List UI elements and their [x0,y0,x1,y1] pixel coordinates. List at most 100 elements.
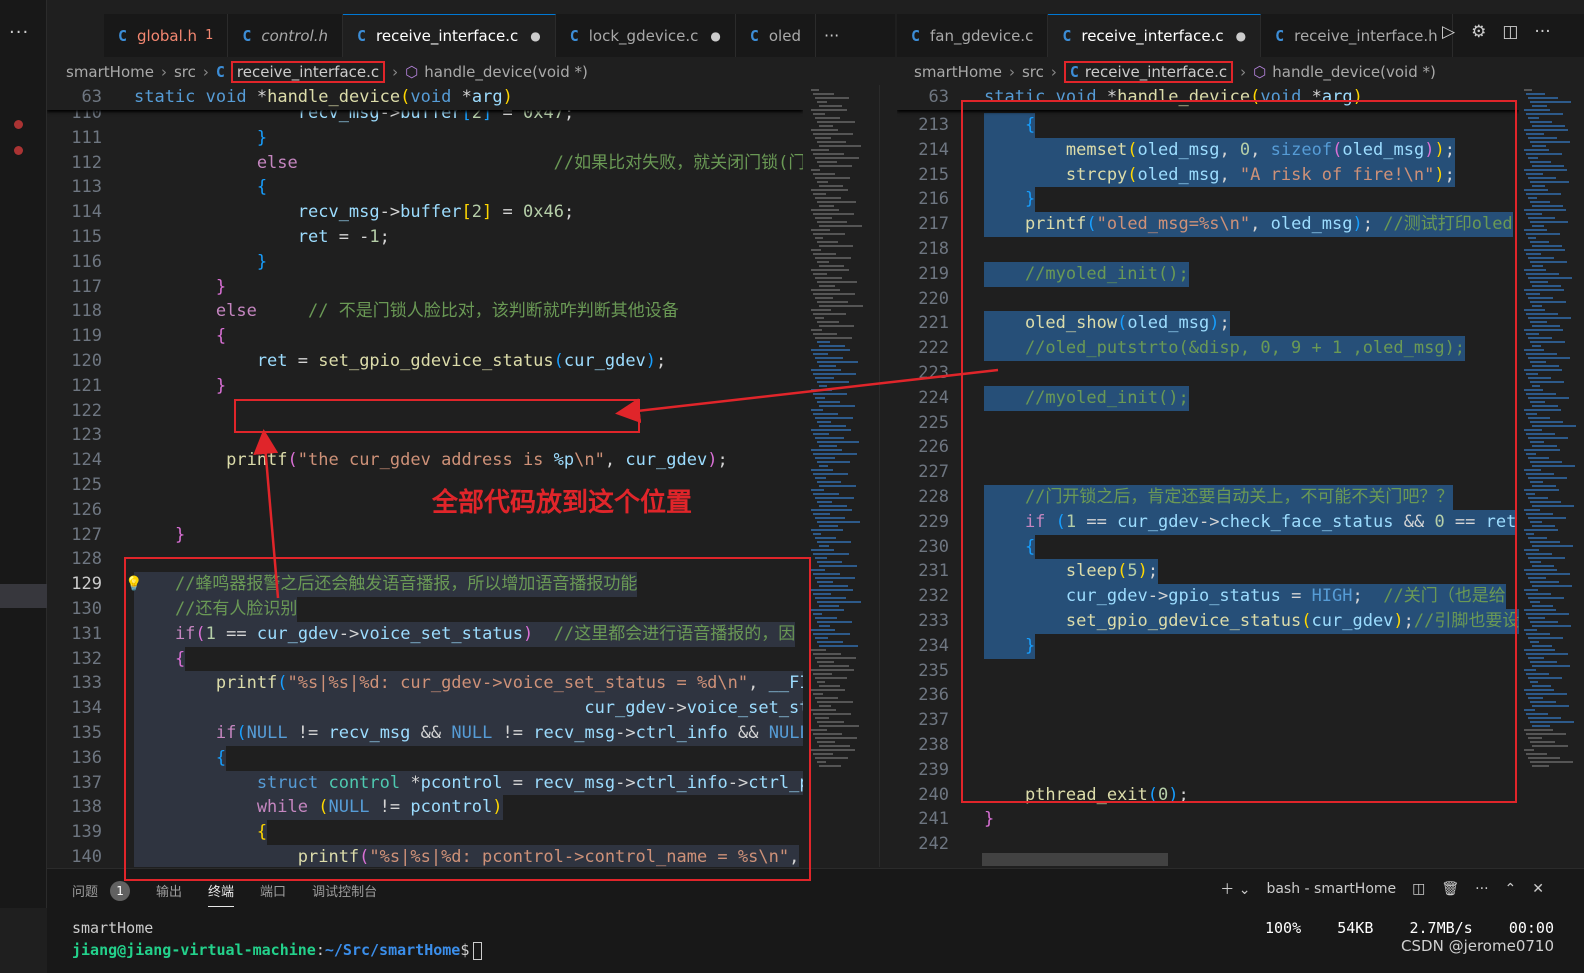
minimap-line [813,393,847,395]
editor-tab[interactable]: Cfan_gdevice.c [897,14,1049,57]
code-line: 217 printf("oled_msg=%s\n", oled_msg); /… [897,212,1519,237]
editor-tab[interactable]: Creceive_interface.c ● [342,14,556,57]
code-token: //myoled_init(); [984,387,1189,408]
terminal-prompt[interactable]: jiang@jiang-virtual-machine:~/Src/smartH… [72,941,483,960]
run-icon[interactable]: ▷ [1442,22,1455,42]
gear-icon[interactable]: ⚙ [1471,22,1486,42]
more-icon[interactable]: ··· [1475,881,1488,897]
tab-label: control.h [261,26,328,45]
close-panel-icon[interactable]: ✕ [1532,881,1544,897]
minimap-line [815,497,854,499]
line-number: 229 [918,511,949,532]
panel-tab[interactable]: 调试控制台 [312,881,377,907]
tab-label: global.h [137,26,198,45]
minimap-line [817,681,825,683]
more-icon[interactable]: ··· [1534,22,1550,42]
sticky-scroll-line[interactable]: 63 static void *handle_device(void *arg) [897,85,1519,110]
code-token: 0x46 [523,202,564,223]
split-editor-icon[interactable]: ◫ [1502,22,1518,42]
code-token: == [1076,511,1118,532]
minimap-line [1532,225,1544,227]
minimap-line [1532,585,1572,587]
breadcrumb-dir[interactable]: src [174,63,196,81]
code-token: HIGH [1311,586,1353,607]
minimap-line [1532,385,1540,387]
minimap-line [819,665,849,667]
right-minimap[interactable] [1522,85,1584,867]
breadcrumb-root[interactable]: smartHome [66,63,154,81]
minimap-line [819,125,833,127]
minimap-line [819,745,850,747]
minimap-line [817,601,861,603]
editor-tab[interactable]: Cglobal.h 1 [104,14,229,57]
breadcrumb-symbol[interactable]: handle_device(void *) [1272,63,1436,81]
code-token: ; [1444,139,1455,160]
code-line: 115 ret = -1; [47,225,803,250]
breadcrumb-symbol[interactable]: handle_device(void *) [424,63,588,81]
unsaved-dot-icon[interactable]: ● [530,29,540,43]
minimap-line [1532,245,1562,247]
maximize-panel-icon[interactable]: ⌃ [1505,881,1517,897]
code-line: 221 oled_show(oled_msg); [897,311,1519,337]
editor-tab[interactable]: Coled [736,14,816,57]
minimap-line [1528,697,1543,699]
code-line: 220 [897,287,1519,312]
unsaved-dot-icon[interactable]: ● [1236,29,1246,43]
split-terminal-icon[interactable]: ◫ [1412,881,1425,897]
line-number: 217 [918,214,949,235]
panel-tab[interactable]: 问题 [72,881,98,907]
more-actions-icon[interactable]: ··· [9,22,29,43]
line-number: 132 [71,648,102,669]
more-tabs-icon[interactable]: ··· [816,14,847,57]
trash-icon[interactable]: 🗑 [1441,881,1459,897]
horizontal-scrollbar[interactable] [982,853,1168,866]
code-token: //oled_putstrto(&disp, 0, 9 + 1 ,oled_ms… [984,338,1466,359]
line-number: 111 [71,127,102,148]
code-token: { [984,115,1036,135]
code-token: ( [1117,313,1128,334]
left-code-editor[interactable]: 63 static void *handle_device(void *arg) 1… [47,85,803,867]
left-scrollbar[interactable] [879,85,895,867]
editor-tab[interactable]: Creceive_interface.h [1261,14,1453,57]
minimap-line [819,245,853,247]
sticky-scroll-line[interactable]: 63 static void *handle_device(void *arg) [47,85,803,110]
code-line: 215 strcpy(oled_msg, "A risk of fire!\n"… [897,162,1519,188]
line-code: //门开锁之后，肯定还要自动关上，不可能不关门吧？？ [984,485,1454,510]
minimap-line [1526,633,1550,635]
minimap-line [811,189,848,191]
code-line: 117 } [47,275,803,300]
code-token: ; [1219,313,1230,334]
terminal-name[interactable]: bash - smartHome [1266,881,1396,897]
code-token: * [461,87,472,107]
left-minimap[interactable] [809,85,879,867]
editor-tab[interactable]: Clock_gdevice.c ● [556,14,736,57]
code-line: 226 [897,435,1519,460]
minimap-line [813,653,841,655]
breadcrumb-file[interactable]: receive_interface.c [230,61,386,83]
breadcrumb-dir[interactable]: src [1022,63,1044,81]
code-token: ) [1393,611,1404,631]
line-code: printf("%s|%s|%d: pcontrol->control_name… [134,845,800,867]
code-token: ; [563,202,575,223]
breadcrumb-root[interactable]: smartHome [914,63,1002,81]
minimap-line [819,145,861,147]
code-token: void [1260,87,1312,107]
code-line: 241} [897,807,1519,832]
new-terminal-icon[interactable]: ＋ ⌄ [1220,879,1250,899]
breadcrumb-file[interactable]: Creceive_interface.c [1063,61,1234,83]
line-number: 234 [918,635,949,656]
panel-tab[interactable]: 端口 [260,881,286,907]
minimap-line [1532,625,1571,627]
right-code-editor[interactable]: 63 static void *handle_device(void *arg) 2… [897,85,1519,867]
lightbulb-icon[interactable]: 💡 [125,572,142,597]
code-token: cur_gdev [134,698,667,719]
panel-tab[interactable]: 终端 [208,881,235,907]
minimap-line [811,229,830,231]
line-code: recv_msg->buffer[2] = 0x46; [134,200,574,225]
line-code: while (NULL != pcontrol) [134,795,503,821]
panel-tab[interactable]: 输出 [156,881,182,907]
unsaved-dot-icon[interactable]: ● [710,29,720,43]
editor-tab[interactable]: Creceive_interface.c ● [1048,14,1262,57]
line-code: } [134,523,185,548]
editor-tab[interactable]: Ccontrol.h [228,14,343,57]
